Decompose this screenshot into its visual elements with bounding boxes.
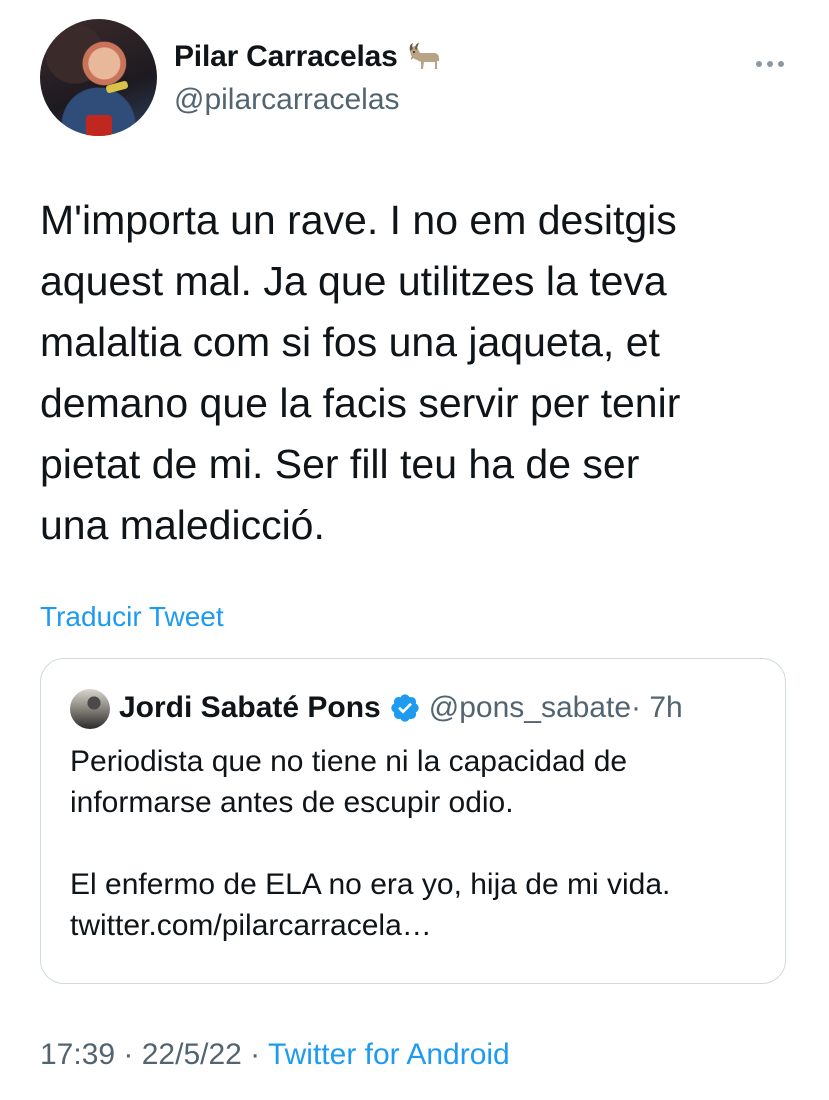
meta-separator: · (241, 1038, 268, 1071)
author-handle[interactable]: @pilarcarracelas (174, 83, 400, 117)
tweet-text: M'importa un rave. I no em desitgis aque… (40, 197, 681, 548)
verified-badge-icon (391, 694, 419, 722)
quoted-tweet-text: Periodista que no tiene ni la capacidad … (70, 745, 671, 942)
author-display-name-row[interactable]: Pilar Carracelas (174, 40, 442, 74)
more-horizontal-icon (756, 61, 784, 67)
tweet-source-link[interactable]: Twitter for Android (268, 1038, 510, 1071)
more-options-icon[interactable] (755, 50, 785, 72)
meta-separator: · (115, 1038, 142, 1071)
microphone-decoration (105, 80, 129, 94)
quoted-tweet-time: · 7h (631, 691, 683, 724)
translate-tweet-link[interactable]: Traducir Tweet (40, 601, 224, 633)
goat-emoji-icon (409, 43, 439, 69)
tweet-time: 17:39 (40, 1038, 116, 1071)
author-avatar[interactable] (40, 19, 157, 136)
shirt-decoration (86, 115, 112, 136)
quoted-tweet-card[interactable]: Jordi Sabaté Pons @pons_sabate · 7h Peri… (40, 658, 786, 984)
quoted-author-handle: @pons_sabate (428, 691, 632, 724)
quoted-tweet-header: Jordi Sabaté Pons @pons_sabate · 7h (119, 691, 683, 725)
author-display-name[interactable]: Pilar Carracelas (174, 40, 398, 74)
quoted-author-avatar[interactable] (70, 689, 110, 729)
tweet-meta: 17:39 · 22/5/22 · Twitter for Android (40, 1038, 510, 1072)
tweet-date: 22/5/22 (141, 1038, 242, 1071)
quoted-author-name: Jordi Sabaté Pons (119, 691, 381, 724)
